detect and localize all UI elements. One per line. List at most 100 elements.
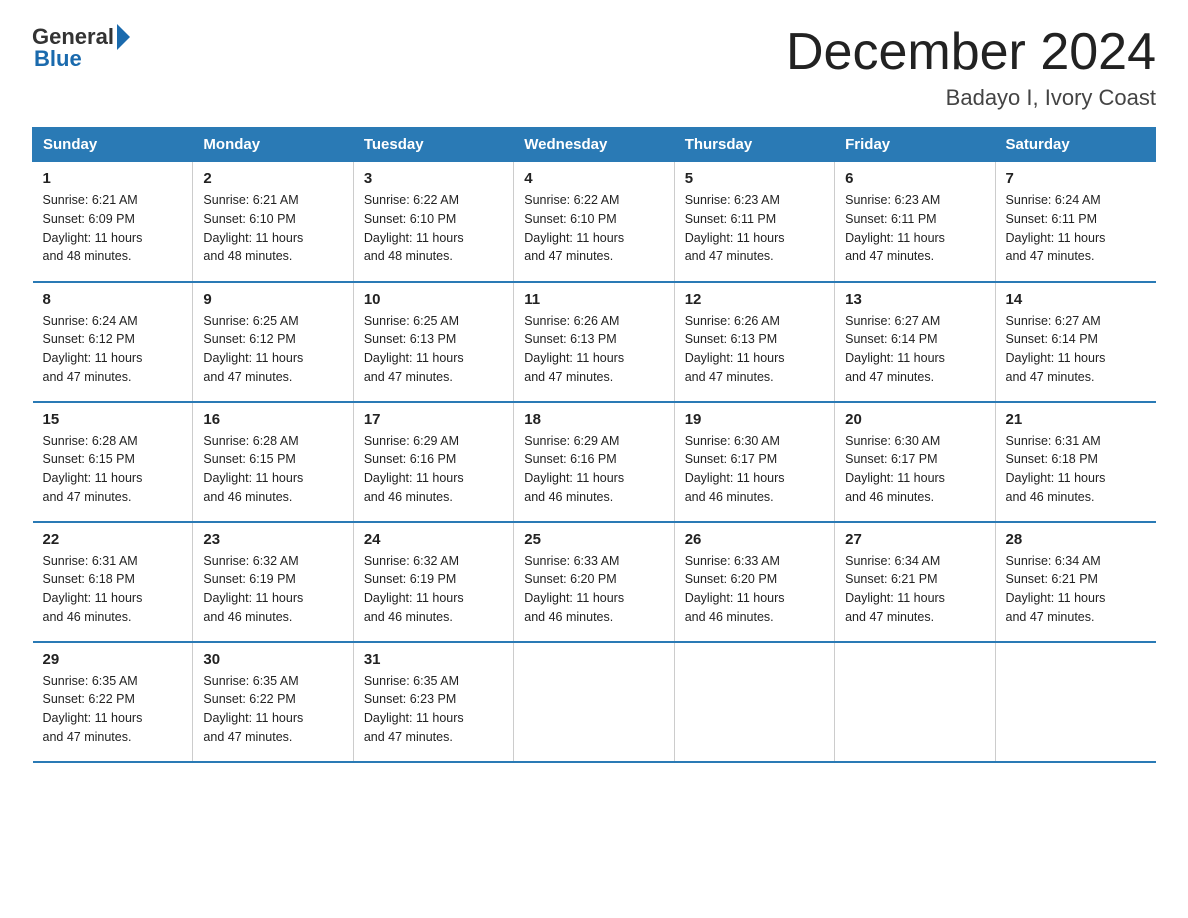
weekday-header-row: SundayMondayTuesdayWednesdayThursdayFrid… <box>33 128 1156 162</box>
calendar-cell: 10 Sunrise: 6:25 AMSunset: 6:13 PMDayligh… <box>353 282 513 402</box>
day-number: 6 <box>845 170 984 187</box>
day-info: Sunrise: 6:24 AMSunset: 6:12 PMDaylight:… <box>43 312 183 387</box>
calendar-cell: 6 Sunrise: 6:23 AMSunset: 6:11 PMDaylight… <box>835 162 995 282</box>
day-info: Sunrise: 6:29 AMSunset: 6:16 PMDaylight:… <box>364 432 503 507</box>
calendar-cell: 7Sunrise: 6:24 AMSunset: 6:11 PMDaylight… <box>995 162 1155 282</box>
day-info: Sunrise: 6:23 AMSunset: 6:11 PMDaylight:… <box>845 191 984 266</box>
calendar-cell: 4 Sunrise: 6:22 AMSunset: 6:10 PMDaylight… <box>514 162 674 282</box>
title-block: December 2024 Badayo I, Ivory Coast <box>786 24 1156 111</box>
day-number: 27 <box>845 531 984 548</box>
day-number: 8 <box>43 291 183 308</box>
calendar-cell <box>835 642 995 762</box>
day-info: Sunrise: 6:28 AMSunset: 6:15 PMDaylight:… <box>43 432 183 507</box>
day-number: 30 <box>203 651 342 668</box>
calendar-cell: 1 Sunrise: 6:21 AMSunset: 6:09 PMDaylight… <box>33 162 193 282</box>
calendar-cell: 28 Sunrise: 6:34 AMSunset: 6:21 PMDayligh… <box>995 522 1155 642</box>
calendar-week-row: 8 Sunrise: 6:24 AMSunset: 6:12 PMDaylight… <box>33 282 1156 402</box>
day-info: Sunrise: 6:22 AMSunset: 6:10 PMDaylight:… <box>524 191 663 266</box>
day-number: 23 <box>203 531 342 548</box>
calendar-cell <box>514 642 674 762</box>
weekday-header-friday: Friday <box>835 128 995 162</box>
calendar-cell: 20Sunrise: 6:30 AMSunset: 6:17 PMDayligh… <box>835 402 995 522</box>
weekday-header-monday: Monday <box>193 128 353 162</box>
calendar-week-row: 15 Sunrise: 6:28 AMSunset: 6:15 PMDayligh… <box>33 402 1156 522</box>
day-number: 3 <box>364 170 503 187</box>
day-info: Sunrise: 6:30 AMSunset: 6:17 PMDaylight:… <box>845 432 984 507</box>
calendar-cell: 18 Sunrise: 6:29 AMSunset: 6:16 PMDayligh… <box>514 402 674 522</box>
day-info: Sunrise: 6:25 AMSunset: 6:13 PMDaylight:… <box>364 312 503 387</box>
calendar-cell: 29Sunrise: 6:35 AMSunset: 6:22 PMDayligh… <box>33 642 193 762</box>
day-number: 22 <box>43 531 183 548</box>
day-number: 31 <box>364 651 503 668</box>
calendar-cell: 16 Sunrise: 6:28 AMSunset: 6:15 PMDayligh… <box>193 402 353 522</box>
day-number: 18 <box>524 411 663 428</box>
calendar-cell: 2Sunrise: 6:21 AMSunset: 6:10 PMDaylight… <box>193 162 353 282</box>
calendar-cell: 23 Sunrise: 6:32 AMSunset: 6:19 PMDayligh… <box>193 522 353 642</box>
day-number: 4 <box>524 170 663 187</box>
day-info: Sunrise: 6:32 AMSunset: 6:19 PMDaylight:… <box>364 552 503 627</box>
weekday-header-sunday: Sunday <box>33 128 193 162</box>
day-info: Sunrise: 6:35 AMSunset: 6:23 PMDaylight:… <box>364 672 503 747</box>
calendar-week-row: 22Sunrise: 6:31 AMSunset: 6:18 PMDayligh… <box>33 522 1156 642</box>
day-info: Sunrise: 6:24 AMSunset: 6:11 PMDaylight:… <box>1006 191 1146 266</box>
day-info: Sunrise: 6:28 AMSunset: 6:15 PMDaylight:… <box>203 432 342 507</box>
day-number: 14 <box>1006 291 1146 308</box>
weekday-header-thursday: Thursday <box>674 128 834 162</box>
day-number: 28 <box>1006 531 1146 548</box>
calendar-cell <box>995 642 1155 762</box>
day-info: Sunrise: 6:29 AMSunset: 6:16 PMDaylight:… <box>524 432 663 507</box>
day-info: Sunrise: 6:33 AMSunset: 6:20 PMDaylight:… <box>524 552 663 627</box>
calendar-cell: 13Sunrise: 6:27 AMSunset: 6:14 PMDayligh… <box>835 282 995 402</box>
day-info: Sunrise: 6:34 AMSunset: 6:21 PMDaylight:… <box>1006 552 1146 627</box>
calendar-cell: 19 Sunrise: 6:30 AMSunset: 6:17 PMDayligh… <box>674 402 834 522</box>
day-number: 1 <box>43 170 183 187</box>
location-title: Badayo I, Ivory Coast <box>786 85 1156 111</box>
day-info: Sunrise: 6:31 AMSunset: 6:18 PMDaylight:… <box>1006 432 1146 507</box>
day-info: Sunrise: 6:26 AMSunset: 6:13 PMDaylight:… <box>524 312 663 387</box>
logo-arrow-icon <box>117 24 130 50</box>
calendar-cell: 25Sunrise: 6:33 AMSunset: 6:20 PMDayligh… <box>514 522 674 642</box>
day-info: Sunrise: 6:27 AMSunset: 6:14 PMDaylight:… <box>845 312 984 387</box>
page-header: General Blue December 2024 Badayo I, Ivo… <box>32 24 1156 111</box>
day-info: Sunrise: 6:26 AMSunset: 6:13 PMDaylight:… <box>685 312 824 387</box>
calendar-cell <box>674 642 834 762</box>
weekday-header-tuesday: Tuesday <box>353 128 513 162</box>
calendar-cell: 22Sunrise: 6:31 AMSunset: 6:18 PMDayligh… <box>33 522 193 642</box>
calendar-cell: 17Sunrise: 6:29 AMSunset: 6:16 PMDayligh… <box>353 402 513 522</box>
calendar-cell: 24 Sunrise: 6:32 AMSunset: 6:19 PMDayligh… <box>353 522 513 642</box>
day-number: 19 <box>685 411 824 428</box>
day-info: Sunrise: 6:32 AMSunset: 6:19 PMDaylight:… <box>203 552 342 627</box>
day-number: 11 <box>524 291 663 308</box>
calendar-cell: 5Sunrise: 6:23 AMSunset: 6:11 PMDaylight… <box>674 162 834 282</box>
calendar-cell: 27 Sunrise: 6:34 AMSunset: 6:21 PMDayligh… <box>835 522 995 642</box>
day-number: 24 <box>364 531 503 548</box>
day-number: 10 <box>364 291 503 308</box>
calendar-table: SundayMondayTuesdayWednesdayThursdayFrid… <box>32 127 1156 763</box>
calendar-cell: 9Sunrise: 6:25 AMSunset: 6:12 PMDaylight… <box>193 282 353 402</box>
day-info: Sunrise: 6:27 AMSunset: 6:14 PMDaylight:… <box>1006 312 1146 387</box>
day-info: Sunrise: 6:34 AMSunset: 6:21 PMDaylight:… <box>845 552 984 627</box>
calendar-cell: 31 Sunrise: 6:35 AMSunset: 6:23 PMDayligh… <box>353 642 513 762</box>
day-info: Sunrise: 6:21 AMSunset: 6:09 PMDaylight:… <box>43 191 183 266</box>
logo-blue-text: Blue <box>32 46 82 72</box>
day-number: 2 <box>203 170 342 187</box>
day-number: 21 <box>1006 411 1146 428</box>
day-number: 16 <box>203 411 342 428</box>
calendar-cell: 11 Sunrise: 6:26 AMSunset: 6:13 PMDayligh… <box>514 282 674 402</box>
calendar-cell: 8 Sunrise: 6:24 AMSunset: 6:12 PMDaylight… <box>33 282 193 402</box>
calendar-cell: 12 Sunrise: 6:26 AMSunset: 6:13 PMDayligh… <box>674 282 834 402</box>
weekday-header-saturday: Saturday <box>995 128 1155 162</box>
day-info: Sunrise: 6:33 AMSunset: 6:20 PMDaylight:… <box>685 552 824 627</box>
month-title: December 2024 <box>786 24 1156 81</box>
calendar-cell: 14 Sunrise: 6:27 AMSunset: 6:14 PMDayligh… <box>995 282 1155 402</box>
day-number: 5 <box>685 170 824 187</box>
day-number: 26 <box>685 531 824 548</box>
calendar-week-row: 29Sunrise: 6:35 AMSunset: 6:22 PMDayligh… <box>33 642 1156 762</box>
day-info: Sunrise: 6:30 AMSunset: 6:17 PMDaylight:… <box>685 432 824 507</box>
day-info: Sunrise: 6:35 AMSunset: 6:22 PMDaylight:… <box>203 672 342 747</box>
day-number: 12 <box>685 291 824 308</box>
day-number: 15 <box>43 411 183 428</box>
day-info: Sunrise: 6:25 AMSunset: 6:12 PMDaylight:… <box>203 312 342 387</box>
calendar-cell: 30 Sunrise: 6:35 AMSunset: 6:22 PMDayligh… <box>193 642 353 762</box>
calendar-cell: 26 Sunrise: 6:33 AMSunset: 6:20 PMDayligh… <box>674 522 834 642</box>
